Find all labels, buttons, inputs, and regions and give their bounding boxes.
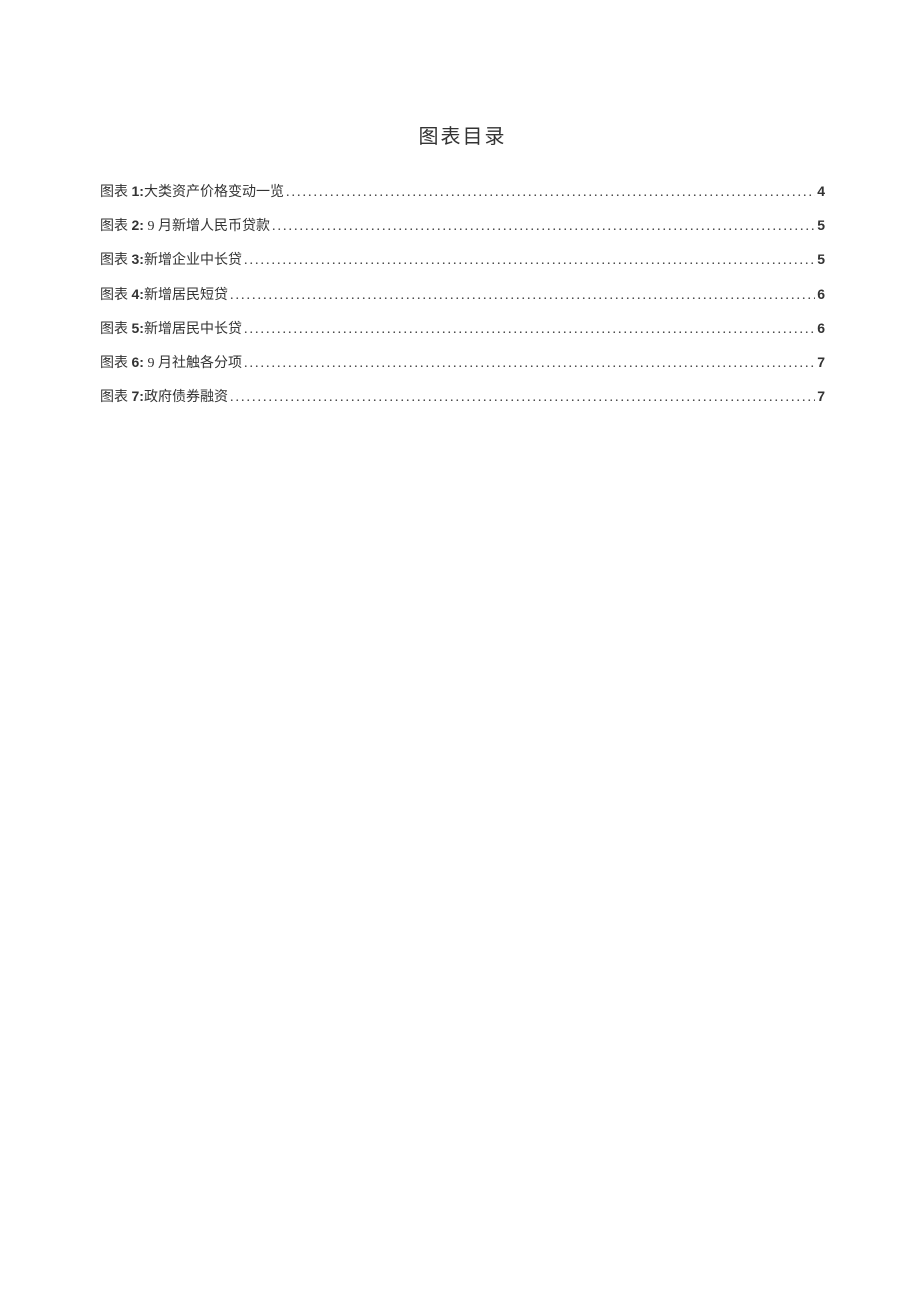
toc-dots	[244, 248, 815, 273]
toc-number: 1:	[132, 183, 144, 199]
toc-number: 3:	[132, 251, 144, 267]
toc-label: 图表 7:政府债券融资	[100, 384, 228, 410]
toc-page: 6	[817, 316, 825, 341]
toc-page: 5	[817, 247, 825, 272]
toc-label: 图表 2: 9 月新增人民币贷款	[100, 213, 270, 239]
toc-prefix: 图表	[100, 219, 128, 234]
toc-label: 图表 5:新增居民中长贷	[100, 316, 242, 342]
toc-item: 图表 4:新增居民短贷 6	[100, 282, 825, 308]
toc-number: 4:	[132, 286, 144, 302]
toc-text: 政府债券融资	[144, 390, 228, 405]
toc-item: 图表 3:新增企业中长贷 5	[100, 247, 825, 273]
toc-prefix: 图表	[100, 253, 128, 268]
toc-dots	[230, 385, 815, 410]
toc-item: 图表 5:新增居民中长贷 6	[100, 316, 825, 342]
toc-item: 图表 7:政府债券融资 7	[100, 384, 825, 410]
toc-number: 6:	[132, 354, 144, 370]
toc-text: 9 月社触各分项	[144, 356, 242, 371]
toc-text: 9 月新增人民币贷款	[144, 219, 270, 234]
toc-text: 新增居民短贷	[144, 288, 228, 303]
toc-prefix: 图表	[100, 185, 128, 200]
toc-label: 图表 1:大类资产价格变动一览	[100, 179, 284, 205]
toc-item: 图表 6: 9 月社触各分项 7	[100, 350, 825, 376]
page-title: 图表目录	[100, 120, 825, 149]
toc-text: 大类资产价格变动一览	[144, 185, 284, 200]
toc-prefix: 图表	[100, 288, 128, 303]
toc-list: 图表 1:大类资产价格变动一览 4 图表 2: 9 月新增人民币贷款 5 图表 …	[100, 179, 825, 410]
toc-label: 图表 4:新增居民短贷	[100, 282, 228, 308]
toc-label: 图表 6: 9 月社触各分项	[100, 350, 242, 376]
toc-item: 图表 2: 9 月新增人民币贷款 5	[100, 213, 825, 239]
toc-prefix: 图表	[100, 322, 128, 337]
toc-label: 图表 3:新增企业中长贷	[100, 247, 242, 273]
toc-dots	[244, 351, 815, 376]
toc-prefix: 图表	[100, 390, 128, 405]
toc-number: 5:	[132, 320, 144, 336]
document-page: 图表目录 图表 1:大类资产价格变动一览 4 图表 2: 9 月新增人民币贷款 …	[0, 0, 920, 410]
toc-page: 5	[817, 213, 825, 238]
toc-page: 7	[817, 350, 825, 375]
toc-page: 4	[817, 179, 825, 204]
toc-dots	[286, 180, 815, 205]
toc-prefix: 图表	[100, 356, 128, 371]
toc-dots	[244, 317, 815, 342]
toc-page: 7	[817, 384, 825, 409]
toc-text: 新增企业中长贷	[144, 253, 242, 268]
toc-page: 6	[817, 282, 825, 307]
toc-number: 7:	[132, 388, 144, 404]
toc-number: 2:	[132, 217, 144, 233]
toc-item: 图表 1:大类资产价格变动一览 4	[100, 179, 825, 205]
toc-text: 新增居民中长贷	[144, 322, 242, 337]
toc-dots	[230, 283, 815, 308]
toc-dots	[272, 214, 815, 239]
